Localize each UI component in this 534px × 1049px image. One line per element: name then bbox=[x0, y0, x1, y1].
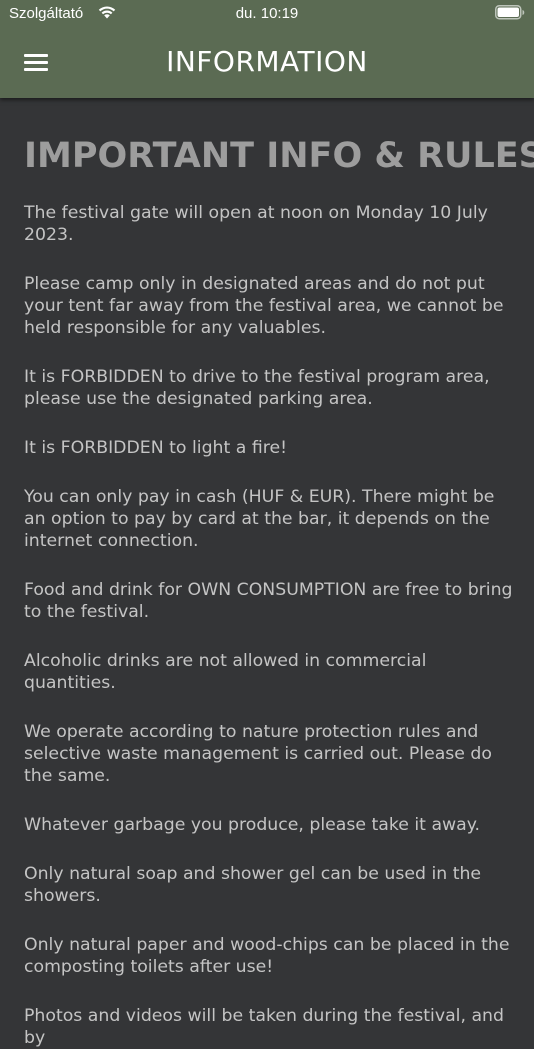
info-paragraph: Alcoholic drinks are not allowed in comm… bbox=[24, 651, 427, 693]
info-paragraph: It is FORBIDDEN to drive to the festival… bbox=[24, 367, 490, 409]
battery-icon bbox=[495, 5, 525, 24]
status-bar: Szolgáltató du. 10:19 bbox=[0, 0, 534, 28]
info-content[interactable]: IMPORTANT INFO & RULES The festival gate… bbox=[24, 98, 534, 1049]
app-header: Szolgáltató du. 10:19 INFORMATION bbox=[0, 0, 534, 98]
info-paragraph: Only natural paper and wood-chips can be… bbox=[24, 935, 510, 977]
info-paragraph: You can only pay in cash (HUF & EUR). Th… bbox=[24, 487, 495, 551]
info-paragraph: It is FORBIDDEN to light a fire! bbox=[24, 438, 288, 458]
info-heading: IMPORTANT INFO & RULES bbox=[24, 136, 534, 176]
info-paragraph: Photos and videos will be taken during t… bbox=[24, 1006, 504, 1048]
info-paragraph: We operate according to nature protectio… bbox=[24, 722, 492, 786]
page-title: INFORMATION bbox=[166, 45, 368, 78]
status-time: du. 10:19 bbox=[235, 5, 299, 22]
info-paragraph: The festival gate will open at noon on M… bbox=[24, 203, 488, 245]
info-paragraph: Only natural soap and shower gel can be … bbox=[24, 864, 482, 906]
info-paragraph: Whatever garbage you produce, please tak… bbox=[24, 815, 481, 835]
info-paragraph: Please camp only in designated areas and… bbox=[24, 274, 504, 338]
info-paragraph: Food and drink for OWN CONSUMPTION are f… bbox=[24, 580, 513, 622]
